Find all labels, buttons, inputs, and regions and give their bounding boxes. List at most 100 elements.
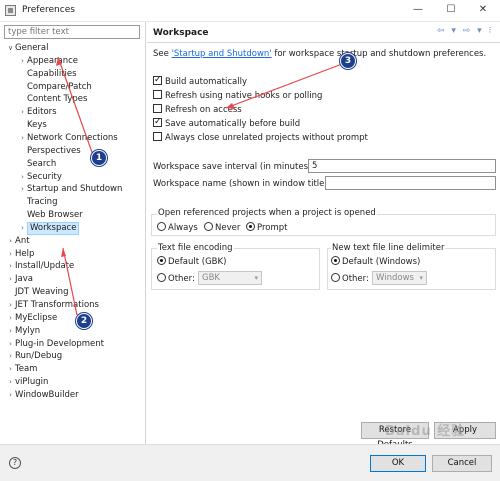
tree-item-myeclipse[interactable]: › MyEclipse bbox=[6, 312, 57, 325]
tree-item-ant[interactable]: › Ant bbox=[6, 235, 30, 248]
tree-item-search[interactable]: Search bbox=[18, 158, 56, 171]
chevron-right-icon[interactable]: › bbox=[6, 338, 15, 351]
checkbox-icon[interactable] bbox=[153, 132, 162, 141]
chevron-right-icon[interactable]: › bbox=[18, 183, 27, 196]
chevron-right-icon[interactable]: › bbox=[6, 376, 15, 389]
title-bar: Preferences — ☐ ✕ bbox=[0, 0, 500, 22]
startup-shutdown-link[interactable]: 'Startup and Shutdown' bbox=[172, 49, 272, 59]
chevron-right-icon[interactable]: › bbox=[6, 273, 15, 286]
tree-item-network-connections[interactable]: › Network Connections bbox=[18, 132, 118, 145]
chevron-right-icon[interactable]: › bbox=[6, 299, 15, 312]
save-before-build-checkbox[interactable]: Save automatically before build bbox=[153, 116, 300, 130]
tree-item-appearance[interactable]: › Appearance bbox=[18, 55, 78, 68]
help-icon[interactable]: ? bbox=[9, 457, 21, 469]
refresh-on-access-checkbox[interactable]: Refresh on access bbox=[153, 104, 242, 116]
tree-item-team[interactable]: › Team bbox=[6, 363, 37, 376]
chevron-right-icon[interactable]: › bbox=[18, 55, 27, 68]
chevron-right-icon[interactable]: › bbox=[6, 260, 15, 273]
page-title: Workspace bbox=[153, 28, 209, 38]
chevron-right-icon[interactable]: › bbox=[18, 171, 27, 184]
cancel-button[interactable]: Cancel bbox=[432, 455, 492, 472]
open-ref-never-radio[interactable]: Never bbox=[204, 222, 240, 234]
delimiter-other-radio[interactable]: Other: bbox=[331, 273, 369, 285]
encoding-other-radio[interactable]: Other: bbox=[157, 273, 195, 285]
dialog-footer: ? OK Cancel bbox=[0, 444, 500, 481]
workspace-name-label: Workspace name (shown in window title): bbox=[153, 179, 331, 189]
encoding-other-select[interactable]: GBK ▾ bbox=[198, 271, 262, 285]
tree-item-jdt-weaving[interactable]: JDT Weaving bbox=[6, 286, 68, 299]
workspace-name-input[interactable] bbox=[325, 176, 496, 190]
tree-item-keys[interactable]: Keys bbox=[18, 119, 47, 132]
chevron-right-icon[interactable]: › bbox=[6, 363, 15, 376]
open-ref-always-radio[interactable]: Always bbox=[157, 222, 198, 234]
chevron-right-icon[interactable]: › bbox=[6, 389, 15, 402]
checkbox-icon[interactable] bbox=[153, 90, 162, 99]
tree-item-plug-in-development[interactable]: › Plug-in Development bbox=[6, 338, 104, 351]
close-button[interactable]: ✕ bbox=[468, 1, 498, 19]
tree-item-label: Search bbox=[27, 158, 57, 169]
history-nav-icons[interactable]: ⇦ ▾ ⇨ ▾ ⁝ bbox=[437, 26, 497, 38]
close-unrelated-projects-checkbox[interactable]: Always close unrelated projects without … bbox=[153, 132, 368, 144]
tree-item-web-browser[interactable]: Web Browser bbox=[18, 209, 83, 222]
tree-item-help[interactable]: › Help bbox=[6, 248, 34, 261]
encoding-default-radio[interactable]: Default (GBK) bbox=[157, 256, 226, 268]
tree-item-security[interactable]: › Security bbox=[18, 171, 62, 184]
chevron-right-icon[interactable]: › bbox=[6, 325, 15, 338]
radio-icon[interactable] bbox=[246, 222, 255, 231]
radio-icon[interactable] bbox=[331, 256, 340, 265]
chevron-right-icon[interactable]: › bbox=[18, 222, 27, 235]
radio-icon[interactable] bbox=[157, 273, 166, 282]
tree-item-install-update[interactable]: › Install/Update bbox=[6, 260, 74, 273]
radio-icon[interactable] bbox=[157, 256, 166, 265]
checkbox-icon[interactable] bbox=[153, 104, 162, 113]
open-ref-prompt-radio[interactable]: Prompt bbox=[246, 222, 288, 234]
tree-item-content-types[interactable]: Content Types bbox=[18, 93, 87, 106]
tree-item-label: Help bbox=[15, 248, 35, 259]
tree-item-workspace[interactable]: › Workspace bbox=[18, 221, 80, 235]
tree-item-java[interactable]: › Java bbox=[6, 273, 33, 286]
tree-item-general[interactable]: ∨ General bbox=[6, 42, 49, 55]
tree-item-mylyn[interactable]: › Mylyn bbox=[6, 325, 40, 338]
refresh-native-hooks-checkbox[interactable]: Refresh using native hooks or polling bbox=[153, 90, 322, 102]
tree-item-label: JDT Weaving bbox=[15, 287, 69, 298]
tree-item-label: Ant bbox=[15, 235, 30, 246]
tree-item-jet-transformations[interactable]: › JET Transformations bbox=[6, 299, 99, 312]
filter-input[interactable] bbox=[4, 25, 140, 39]
chevron-right-icon[interactable]: › bbox=[6, 312, 15, 325]
chevron-right-icon[interactable]: › bbox=[6, 235, 15, 248]
tree-item-label: Keys bbox=[27, 120, 47, 131]
tree-item-run-debug[interactable]: › Run/Debug bbox=[6, 350, 62, 363]
radio-icon[interactable] bbox=[331, 273, 340, 282]
tree-item-perspectives[interactable]: Perspectives bbox=[18, 145, 81, 158]
chevron-right-icon[interactable]: › bbox=[18, 132, 27, 145]
maximize-button[interactable]: ☐ bbox=[436, 1, 466, 19]
checkbox-icon[interactable] bbox=[153, 74, 162, 86]
save-interval-input[interactable]: 5 bbox=[308, 159, 496, 173]
radio-icon[interactable] bbox=[204, 222, 213, 231]
chevron-down-icon[interactable]: ∨ bbox=[6, 42, 15, 55]
tree-item-viplugin[interactable]: › viPlugin bbox=[6, 376, 48, 389]
delimiter-default-radio[interactable]: Default (Windows) bbox=[331, 256, 420, 268]
tree-item-label: Tracing bbox=[27, 197, 58, 208]
delimiter-other-select[interactable]: Windows ▾ bbox=[372, 271, 427, 285]
checkbox-icon[interactable] bbox=[153, 116, 162, 128]
radio-icon[interactable] bbox=[157, 222, 166, 231]
chevron-right-icon[interactable]: › bbox=[6, 350, 15, 363]
tree-item-compare-patch[interactable]: Compare/Patch bbox=[18, 81, 92, 94]
chevron-right-icon[interactable]: › bbox=[6, 248, 15, 261]
tree-item-label: Network Connections bbox=[27, 132, 118, 143]
ok-button[interactable]: OK bbox=[370, 455, 426, 472]
chevron-right-icon[interactable]: › bbox=[18, 106, 27, 119]
tree-item-windowbuilder[interactable]: › WindowBuilder bbox=[6, 389, 78, 402]
baidu-watermark: Baidu 经验 bbox=[385, 424, 466, 439]
tree-item-capabilities[interactable]: Capabilities bbox=[18, 68, 77, 81]
annotation-marker-1: 1 bbox=[91, 150, 107, 166]
tree-item-label: Security bbox=[27, 171, 62, 182]
tree-item-startup-and-shutdown[interactable]: › Startup and Shutdown bbox=[18, 183, 122, 196]
build-automatically-checkbox[interactable]: Build automatically bbox=[153, 74, 247, 88]
save-interval-label: Workspace save interval (in minutes): bbox=[153, 162, 315, 172]
minimize-button[interactable]: — bbox=[403, 1, 433, 19]
tree-item-tracing[interactable]: Tracing bbox=[18, 196, 57, 209]
chevron-down-icon: ▾ bbox=[419, 274, 423, 282]
tree-item-editors[interactable]: › Editors bbox=[18, 106, 57, 119]
